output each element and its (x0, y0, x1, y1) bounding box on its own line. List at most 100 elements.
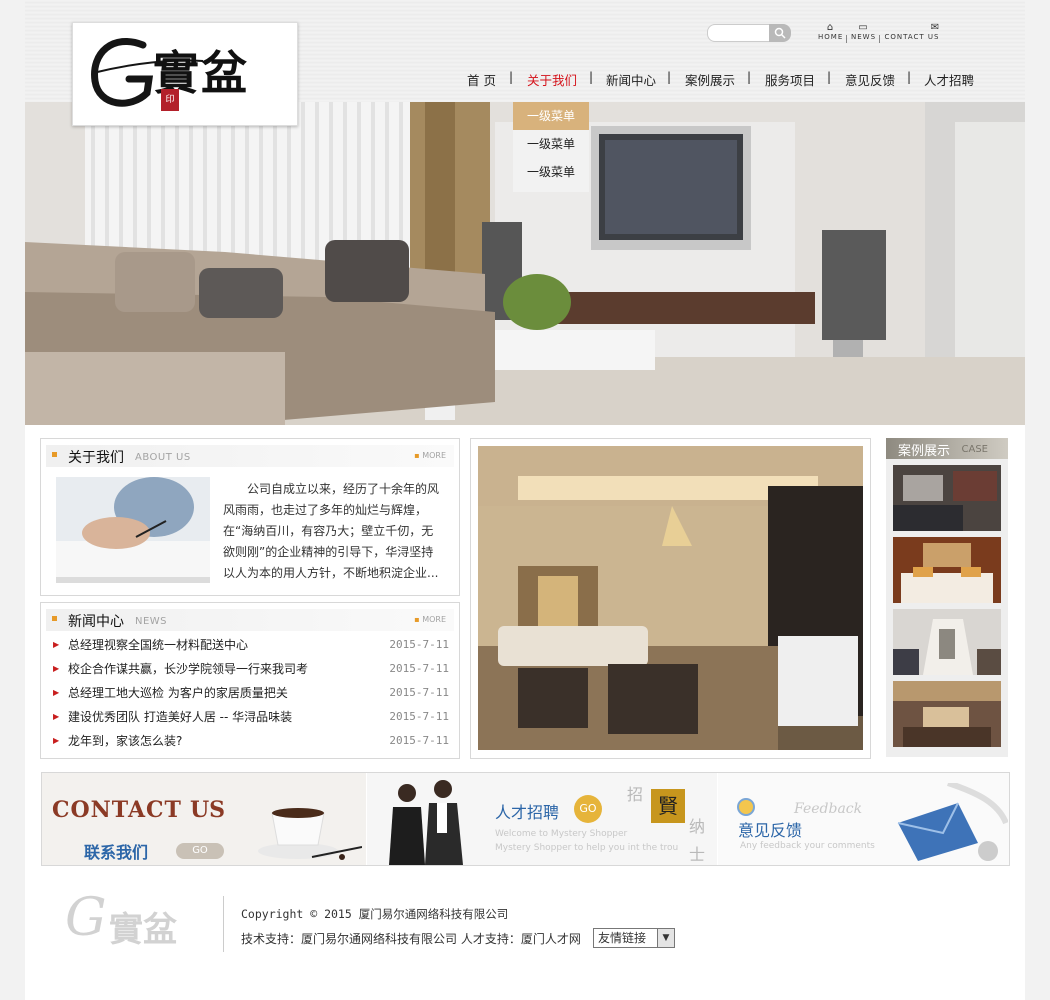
footer-divider (223, 896, 224, 952)
arrow-icon: ▶ (53, 712, 60, 721)
contact-banner-title: CONTACT (52, 797, 182, 823)
news-list: ▶ 总经理视察全国统一材料配送中心 2015-7-11 ▶ 校企合作谋共赢，长沙学院领… (49, 633, 449, 753)
search-icon (774, 27, 786, 39)
page: ⌂ HOME | ▭ NEWS | ✉ CONTACT US 首 页 | 关于我… (25, 0, 1025, 1000)
nav-feedback[interactable]: 意见反馈 (845, 70, 895, 89)
jobs-char-2: 賢 (651, 789, 685, 823)
dropdown-item[interactable]: 一级菜单 (513, 130, 589, 158)
cases-subtitle: CASE (961, 444, 989, 455)
news-item[interactable]: ▶ 校企合作谋共赢，长沙学院领导一行来我司考 2015-7-11 (49, 657, 449, 681)
case-thumbnail[interactable] (893, 465, 1001, 531)
contact-banner-us: US (190, 797, 226, 823)
envelope-icon (897, 783, 1008, 861)
copyright-prefix: Copyright © 2015 (241, 907, 352, 921)
nav-separator: | (827, 70, 832, 84)
cases-header: 案例展示 CASE (886, 438, 1008, 459)
news-item[interactable]: ▶ 建设优秀团队 打造美好人居 -- 华浔品味装 2015-7-11 (49, 705, 449, 729)
contact-banner-cn: 联系我们 (84, 843, 149, 862)
magnifier-icon (737, 798, 755, 816)
news-panel: 新闻中心 NEWS ▪ MORE ▶ 总经理视察全国统一材料配送中心 2015-7-… (40, 602, 460, 759)
about-panel-title: 关于我们 (68, 450, 124, 466)
nav-services[interactable]: 服务项目 (765, 70, 815, 89)
jobs-char-3: 纳 (689, 817, 706, 836)
copyright-company: 厦门易尔通网络科技有限公司 (358, 907, 509, 921)
contact-us-banner[interactable]: CONTACT US 联系我们 GO (42, 773, 366, 865)
panel-bullet-icon (52, 616, 57, 621)
news-link-label: NEWS (851, 33, 877, 41)
arrow-icon: ▶ (53, 640, 60, 649)
logo-seal: 印 (161, 89, 179, 111)
jobs-char-4: 士 (689, 845, 706, 864)
jobs-char-1: 招 (627, 785, 644, 804)
mail-icon: ✉ (930, 22, 940, 33)
news-item[interactable]: ▶ 总经理工地大巡检 为客户的家居质量把关 2015-7-11 (49, 681, 449, 705)
promo-strip: CONTACT US 联系我们 GO 人才招聘 GO Welcome to My… (41, 772, 1010, 866)
nav-home[interactable]: 首 页 (467, 70, 496, 89)
jobs-go-button[interactable]: GO (574, 795, 602, 823)
feedback-banner-cn: 意见反馈 (738, 821, 803, 840)
cases-list (886, 459, 1008, 757)
news-link[interactable]: ▭ NEWS (851, 22, 875, 42)
news-panel-subtitle: NEWS (135, 616, 168, 627)
case-thumbnail[interactable] (893, 609, 1001, 675)
footer-logo-cn: 實盆 (109, 910, 177, 950)
nav-jobs[interactable]: 人才招聘 (924, 70, 974, 89)
contact-link[interactable]: ✉ CONTACT US (884, 22, 940, 42)
jobs-banner-title: 人才招聘 (495, 803, 560, 822)
search-button[interactable] (769, 24, 791, 42)
news-title[interactable]: 总经理工地大巡检 为客户的家居质量把关 (68, 681, 288, 705)
news-date: 2015-7-11 (389, 734, 449, 747)
home-link-label: HOME (818, 33, 844, 41)
more-label: MORE (422, 615, 446, 624)
nav-cases[interactable]: 案例展示 (685, 70, 735, 89)
friend-links-value: 友情链接 (598, 931, 647, 945)
contact-link-label: CONTACT US (884, 33, 940, 41)
news-title[interactable]: 建设优秀团队 打造美好人居 -- 华浔品味装 (68, 705, 292, 729)
nav-about[interactable]: 关于我们 (527, 70, 577, 89)
nav-separator: | (589, 70, 594, 84)
arrow-icon: ▶ (53, 664, 60, 673)
news-item[interactable]: ▶ 龙年到，家该怎么装? 2015-7-11 (49, 729, 449, 753)
coffee-cup-icon (258, 808, 362, 860)
about-panel-subtitle: ABOUT US (135, 452, 191, 463)
jobs-banner-line2: Mystery Shopper to help you int the trou (495, 843, 679, 853)
feature-room-image[interactable] (478, 446, 863, 750)
about-more-link[interactable]: ▪ MORE (414, 451, 446, 460)
jobs-banner[interactable]: 人才招聘 GO Welcome to Mystery Shopper Myste… (367, 773, 717, 865)
arrow-icon: ▶ (53, 688, 60, 697)
top-link-separator: | (845, 34, 848, 43)
news-more-link[interactable]: ▪ MORE (414, 615, 446, 624)
case-thumbnail[interactable] (893, 537, 1001, 603)
feedback-banner[interactable]: Feedback 意见反馈 Any feedback your comments (718, 773, 1009, 865)
footer-logo: G 實盆 (65, 888, 205, 958)
dropdown-item[interactable]: 一级菜单 (513, 158, 589, 186)
cases-title: 案例展示 (898, 444, 951, 459)
nav-news[interactable]: 新闻中心 (606, 70, 656, 89)
top-link-separator: | (878, 34, 881, 43)
news-title[interactable]: 校企合作谋共赢，长沙学院领导一行来我司考 (68, 657, 308, 681)
logo[interactable]: 實盆 印 (72, 22, 298, 126)
contact-go-button[interactable]: GO (176, 843, 224, 859)
news-title[interactable]: 龙年到，家该怎么装? (68, 729, 182, 753)
news-date: 2015-7-11 (389, 662, 449, 675)
news-item[interactable]: ▶ 总经理视察全国统一材料配送中心 2015-7-11 (49, 633, 449, 657)
friend-links-select[interactable]: 友情链接 ▼ (593, 928, 675, 948)
nav-separator: | (509, 70, 514, 84)
news-title[interactable]: 总经理视察全国统一材料配送中心 (68, 633, 248, 657)
news-panel-header: 新闻中心 NEWS ▪ MORE (46, 609, 454, 631)
about-panel-header: 关于我们 ABOUT US ▪ MORE (46, 445, 454, 467)
footer-logo-g: G (65, 888, 107, 948)
search-input[interactable] (707, 24, 777, 42)
case-thumbnail[interactable] (893, 681, 1001, 747)
jobs-banner-line1: Welcome to Mystery Shopper (495, 829, 628, 839)
news-panel-title: 新闻中心 (68, 614, 124, 630)
nav-separator: | (747, 70, 752, 84)
about-text: 公司自成立以来，经历了十余年的风风雨雨，也走过了多年的灿烂与辉煌，在“海纳百川，… (223, 482, 440, 580)
feedback-banner-line: Any feedback your comments (740, 841, 875, 851)
nav-separator: | (667, 70, 672, 84)
arrow-icon: ▶ (53, 736, 60, 745)
dropdown-item[interactable]: 一级菜单 (513, 102, 589, 130)
home-link[interactable]: ⌂ HOME (818, 22, 842, 42)
news-icon: ▭ (858, 22, 868, 33)
business-people-icon (389, 780, 463, 865)
